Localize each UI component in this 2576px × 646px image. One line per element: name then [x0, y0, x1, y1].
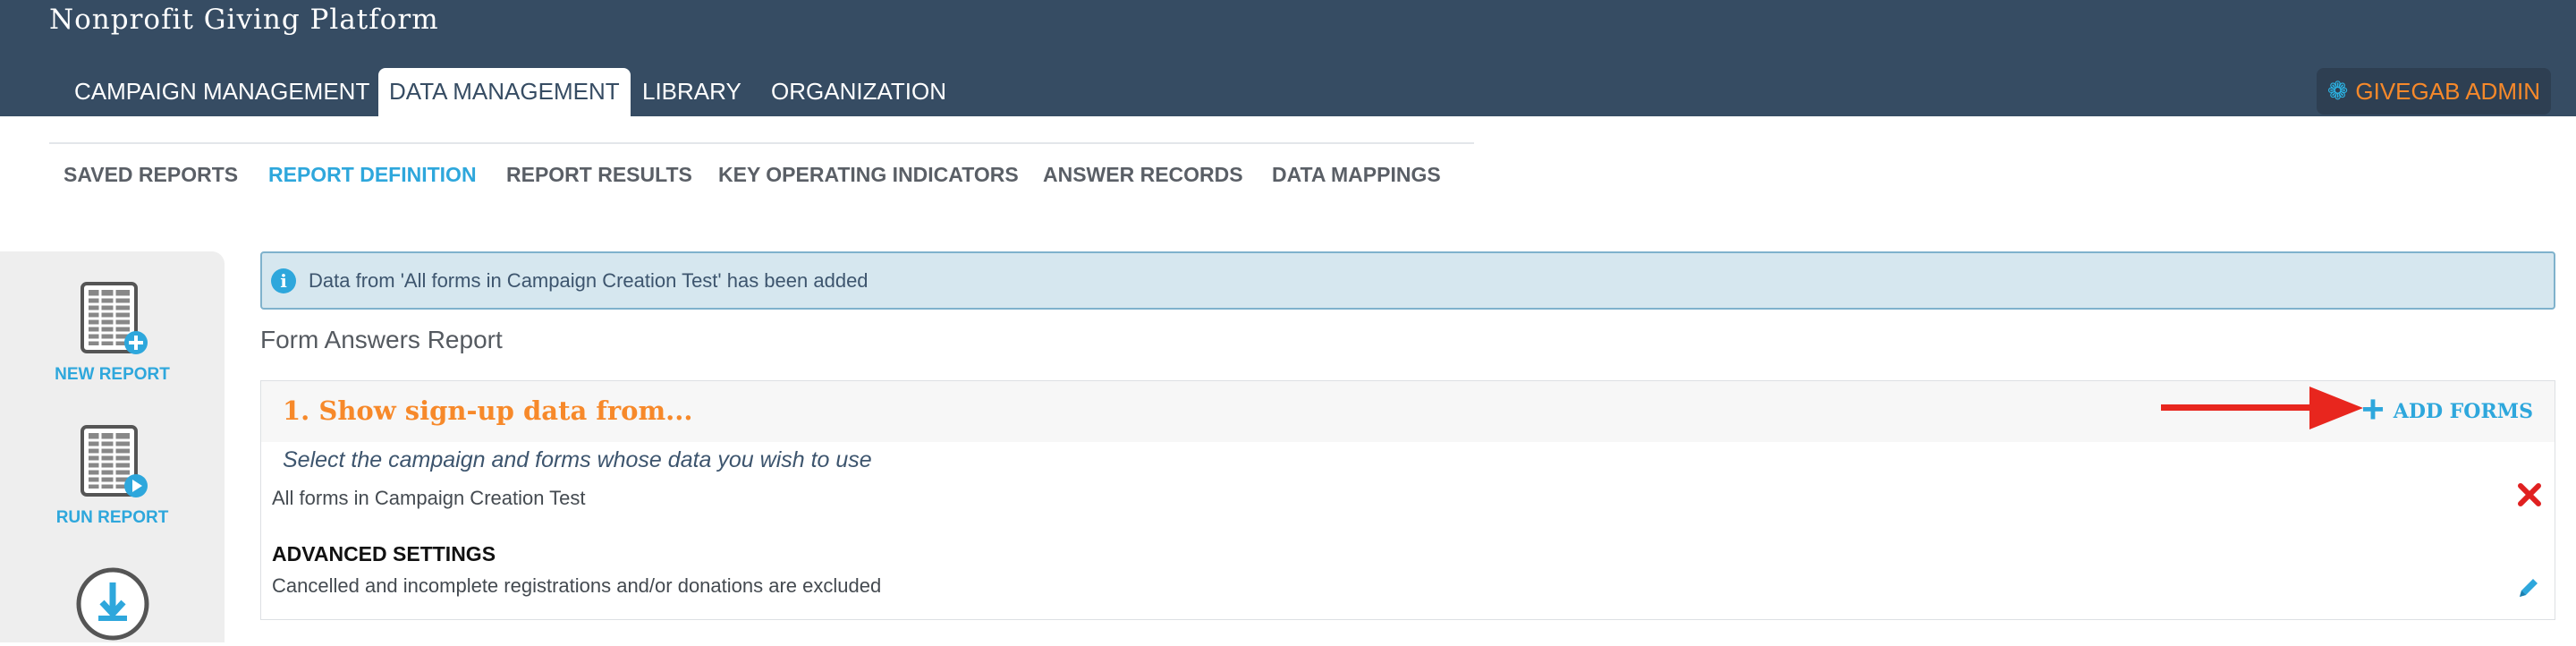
- add-forms-label: ADD FORMS: [2393, 400, 2533, 423]
- remove-source-icon[interactable]: [2517, 482, 2542, 512]
- run-report-icon: [80, 425, 148, 497]
- new-report-icon: [80, 282, 148, 354]
- step-instruction: Select the campaign and forms whose data…: [283, 447, 872, 472]
- alert-message: Data from 'All forms in Campaign Creatio…: [309, 268, 869, 292]
- tab-campaign-management[interactable]: CAMPAIGN MANAGEMENT: [64, 68, 380, 116]
- download-report-button[interactable]: [0, 566, 225, 646]
- run-report-button[interactable]: RUN REPORT: [0, 425, 225, 528]
- subtab-report-results[interactable]: REPORT RESULTS: [506, 163, 692, 187]
- admin-label: GIVEGAB ADMIN: [2355, 77, 2540, 105]
- gear-icon: ❁: [2326, 77, 2349, 105]
- selected-source: All forms in Campaign Creation Test: [272, 487, 586, 509]
- tab-library[interactable]: LIBRARY: [631, 68, 752, 116]
- new-report-button[interactable]: NEW REPORT: [0, 282, 225, 385]
- step-title: 1. Show sign-up data from...: [283, 395, 693, 426]
- advanced-settings-heading: ADVANCED SETTINGS: [272, 542, 496, 565]
- success-alert: i Data from 'All forms in Campaign Creat…: [260, 251, 2555, 310]
- new-report-label: NEW REPORT: [55, 365, 170, 384]
- subtab-report-definition[interactable]: REPORT DEFINITION: [268, 163, 477, 187]
- admin-menu-button[interactable]: ❁ GIVEGAB ADMIN: [2316, 68, 2551, 115]
- report-title: Form Answers Report: [260, 326, 503, 353]
- run-report-label: RUN REPORT: [55, 508, 169, 527]
- subtab-data-mappings[interactable]: DATA MAPPINGS: [1272, 163, 1441, 187]
- annotation-arrow-icon: [2161, 385, 2367, 436]
- add-forms-button[interactable]: + ADD FORMS: [2361, 390, 2533, 429]
- subtab-answer-records[interactable]: ANSWER RECORDS: [1043, 163, 1243, 187]
- info-icon: i: [271, 268, 296, 293]
- subnav-divider: [49, 142, 1474, 144]
- advanced-settings-text: Cancelled and incomplete registrations a…: [272, 574, 882, 597]
- download-icon: [76, 567, 148, 641]
- subtab-key-operating-indicators[interactable]: KEY OPERATING INDICATORS: [718, 163, 1019, 187]
- app-title: Nonprofit Giving Platform: [49, 4, 439, 36]
- edit-pencil-icon[interactable]: [2515, 574, 2542, 606]
- tab-organization[interactable]: ORGANIZATION: [760, 68, 957, 116]
- top-header: Nonprofit Giving Platform CAMPAIGN MANAG…: [0, 0, 2576, 118]
- report-actions-sidebar: NEW REPORT RUN REPORT: [0, 251, 225, 642]
- tab-data-management[interactable]: DATA MANAGEMENT: [378, 68, 631, 118]
- subtab-saved-reports[interactable]: SAVED REPORTS: [64, 163, 238, 187]
